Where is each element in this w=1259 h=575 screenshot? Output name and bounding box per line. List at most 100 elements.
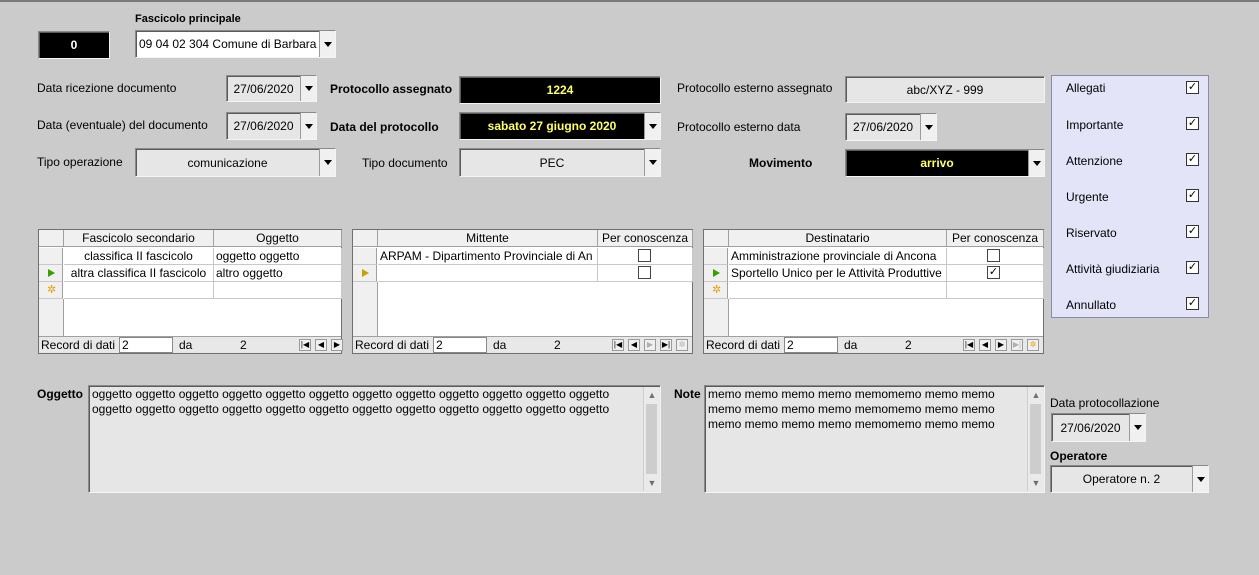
chevron-down-icon[interactable] bbox=[1129, 414, 1145, 441]
movimento-value: arrivo bbox=[920, 156, 954, 170]
record-current-input[interactable]: 2 bbox=[433, 337, 487, 353]
scroll-thumb[interactable] bbox=[646, 404, 657, 474]
vertical-scrollbar[interactable]: ▲ ▼ bbox=[1027, 387, 1043, 491]
table-cell[interactable] bbox=[947, 282, 1044, 299]
last-record-icon[interactable]: ▶| bbox=[660, 339, 672, 351]
record-label: Record di dati bbox=[355, 338, 430, 352]
new-record-icon[interactable]: ✲ bbox=[676, 339, 688, 351]
previous-record-icon[interactable]: ◀ bbox=[979, 339, 991, 351]
table-cell[interactable] bbox=[598, 265, 693, 282]
data-ricezione-field[interactable]: 27/06/2020 bbox=[226, 75, 317, 102]
data-documento-field[interactable]: 27/06/2020 bbox=[226, 112, 317, 140]
row-selector[interactable]: ✲ bbox=[704, 282, 728, 299]
protocollo-esterno-data-label: Protocollo esterno data bbox=[677, 120, 801, 134]
operatore-label: Operatore bbox=[1050, 449, 1108, 463]
row-selector[interactable] bbox=[39, 265, 63, 282]
column-header[interactable]: Per conoscenza bbox=[598, 230, 693, 247]
column-header[interactable]: Oggetto bbox=[214, 230, 342, 247]
column-header[interactable]: Destinatario bbox=[729, 230, 947, 247]
note-textarea[interactable]: memo memo memo memo memomemo memo memo m… bbox=[704, 385, 1045, 493]
per-conoscenza-checkbox[interactable] bbox=[638, 249, 651, 262]
chevron-down-icon[interactable] bbox=[1192, 466, 1208, 492]
table-cell[interactable] bbox=[947, 248, 1044, 265]
record-of-label: da bbox=[179, 338, 193, 352]
table-cell[interactable]: altro oggetto bbox=[214, 265, 342, 282]
row-selector[interactable] bbox=[704, 248, 728, 265]
chevron-down-icon[interactable] bbox=[920, 114, 936, 140]
table-cell[interactable] bbox=[729, 282, 947, 299]
table-cell[interactable] bbox=[378, 265, 598, 282]
first-record-icon[interactable]: |◀ bbox=[612, 339, 624, 351]
next-record-icon[interactable]: ▶ bbox=[644, 339, 656, 351]
data-protocollazione-field[interactable]: 27/06/2020 bbox=[1051, 413, 1146, 442]
first-record-icon[interactable]: |◀ bbox=[299, 339, 311, 351]
table-cell[interactable]: Sportello Unico per le Attività Produtti… bbox=[729, 265, 947, 282]
current-record-icon bbox=[48, 269, 55, 277]
previous-record-icon[interactable]: ◀ bbox=[315, 339, 327, 351]
record-current-input[interactable]: 2 bbox=[119, 337, 173, 353]
chevron-down-icon[interactable] bbox=[1028, 150, 1044, 176]
table-cell[interactable]: altra classifica II fascicolo bbox=[64, 265, 214, 282]
previous-record-icon[interactable]: ◀ bbox=[628, 339, 640, 351]
oggetto-text: oggetto oggetto oggetto oggetto oggetto … bbox=[92, 387, 610, 416]
record-label: Record di dati bbox=[706, 338, 781, 352]
flag-checkbox-riservato[interactable]: ✓ bbox=[1186, 225, 1199, 238]
oggetto-textarea[interactable]: oggetto oggetto oggetto oggetto oggetto … bbox=[88, 385, 661, 493]
new-record-icon[interactable]: ✲ bbox=[1027, 339, 1039, 351]
scroll-down-icon[interactable]: ▼ bbox=[644, 475, 660, 491]
scroll-up-icon[interactable]: ▲ bbox=[1028, 387, 1044, 403]
tipo-operazione-select[interactable]: comunicazione bbox=[135, 148, 336, 177]
table-cell[interactable] bbox=[598, 248, 693, 265]
data-protocollo-field[interactable]: sabato 27 giugno 2020 bbox=[459, 112, 661, 140]
last-record-icon[interactable]: ▶| bbox=[1011, 339, 1023, 351]
flag-checkbox-allegati[interactable]: ✓ bbox=[1186, 81, 1199, 94]
record-label: Record di dati bbox=[41, 338, 116, 352]
flag-checkbox-attivita-giudiziaria[interactable]: ✓ bbox=[1186, 261, 1199, 274]
operatore-select[interactable]: Operatore n. 2 bbox=[1050, 465, 1209, 493]
movimento-select[interactable]: arrivo bbox=[845, 149, 1045, 177]
vertical-scrollbar[interactable]: ▲ ▼ bbox=[643, 387, 659, 491]
table-cell[interactable] bbox=[64, 282, 214, 299]
chevron-down-icon[interactable] bbox=[644, 149, 660, 176]
column-header[interactable]: Fascicolo secondario bbox=[64, 230, 214, 247]
row-selector[interactable] bbox=[704, 265, 728, 282]
fascicolo-principale-select[interactable]: 09 04 02 304 Comune di Barbara s bbox=[135, 30, 336, 58]
column-header[interactable]: Per conoscenza bbox=[947, 230, 1044, 247]
row-selector[interactable] bbox=[353, 265, 377, 282]
protocollo-esterno-field[interactable]: abc/XYZ - 999 bbox=[845, 76, 1045, 103]
chevron-down-icon[interactable] bbox=[319, 149, 335, 176]
row-selector[interactable] bbox=[39, 248, 63, 265]
next-record-icon[interactable]: ▶ bbox=[995, 339, 1007, 351]
scroll-down-icon[interactable]: ▼ bbox=[1028, 475, 1044, 491]
flag-checkbox-urgente[interactable]: ✓ bbox=[1186, 189, 1199, 202]
next-record-icon[interactable]: ▶ bbox=[331, 339, 343, 351]
flag-checkbox-importante[interactable]: ✓ bbox=[1186, 117, 1199, 130]
row-selector[interactable] bbox=[353, 248, 377, 265]
table-cell[interactable] bbox=[214, 282, 342, 299]
table-cell[interactable]: classifica II fascicolo bbox=[64, 248, 214, 265]
row-selector[interactable]: ✲ bbox=[39, 282, 63, 299]
current-record-icon bbox=[713, 269, 720, 277]
table-cell[interactable]: Amministrazione provinciale di Ancona bbox=[729, 248, 947, 265]
table-cell[interactable]: oggetto oggetto bbox=[214, 248, 342, 265]
column-header[interactable]: Mittente bbox=[378, 230, 598, 247]
table-cell[interactable]: ARPAM - Dipartimento Provinciale di An bbox=[378, 248, 598, 265]
tipo-documento-select[interactable]: PEC bbox=[459, 148, 661, 177]
chevron-down-icon[interactable] bbox=[644, 113, 660, 139]
scroll-up-icon[interactable]: ▲ bbox=[644, 387, 660, 403]
flag-checkbox-annullato[interactable]: ✓ bbox=[1186, 297, 1199, 310]
first-record-icon[interactable]: |◀ bbox=[963, 339, 975, 351]
protocollo-esterno-data-field[interactable]: 27/06/2020 bbox=[845, 113, 937, 141]
per-conoscenza-checkbox[interactable]: ✓ bbox=[987, 266, 1000, 279]
chevron-down-icon[interactable] bbox=[300, 76, 316, 101]
chevron-down-icon[interactable] bbox=[319, 31, 335, 57]
per-conoscenza-checkbox[interactable] bbox=[987, 249, 1000, 262]
protocollo-assegnato-field: 1224 bbox=[459, 76, 661, 104]
table-cell[interactable]: ✓ bbox=[947, 265, 1044, 282]
scroll-thumb[interactable] bbox=[1030, 404, 1041, 474]
flag-label-attenzione: Attenzione bbox=[1066, 154, 1123, 168]
record-current-input[interactable]: 2 bbox=[784, 337, 838, 353]
chevron-down-icon[interactable] bbox=[300, 113, 316, 139]
per-conoscenza-checkbox[interactable] bbox=[638, 266, 651, 279]
flag-checkbox-attenzione[interactable]: ✓ bbox=[1186, 153, 1199, 166]
